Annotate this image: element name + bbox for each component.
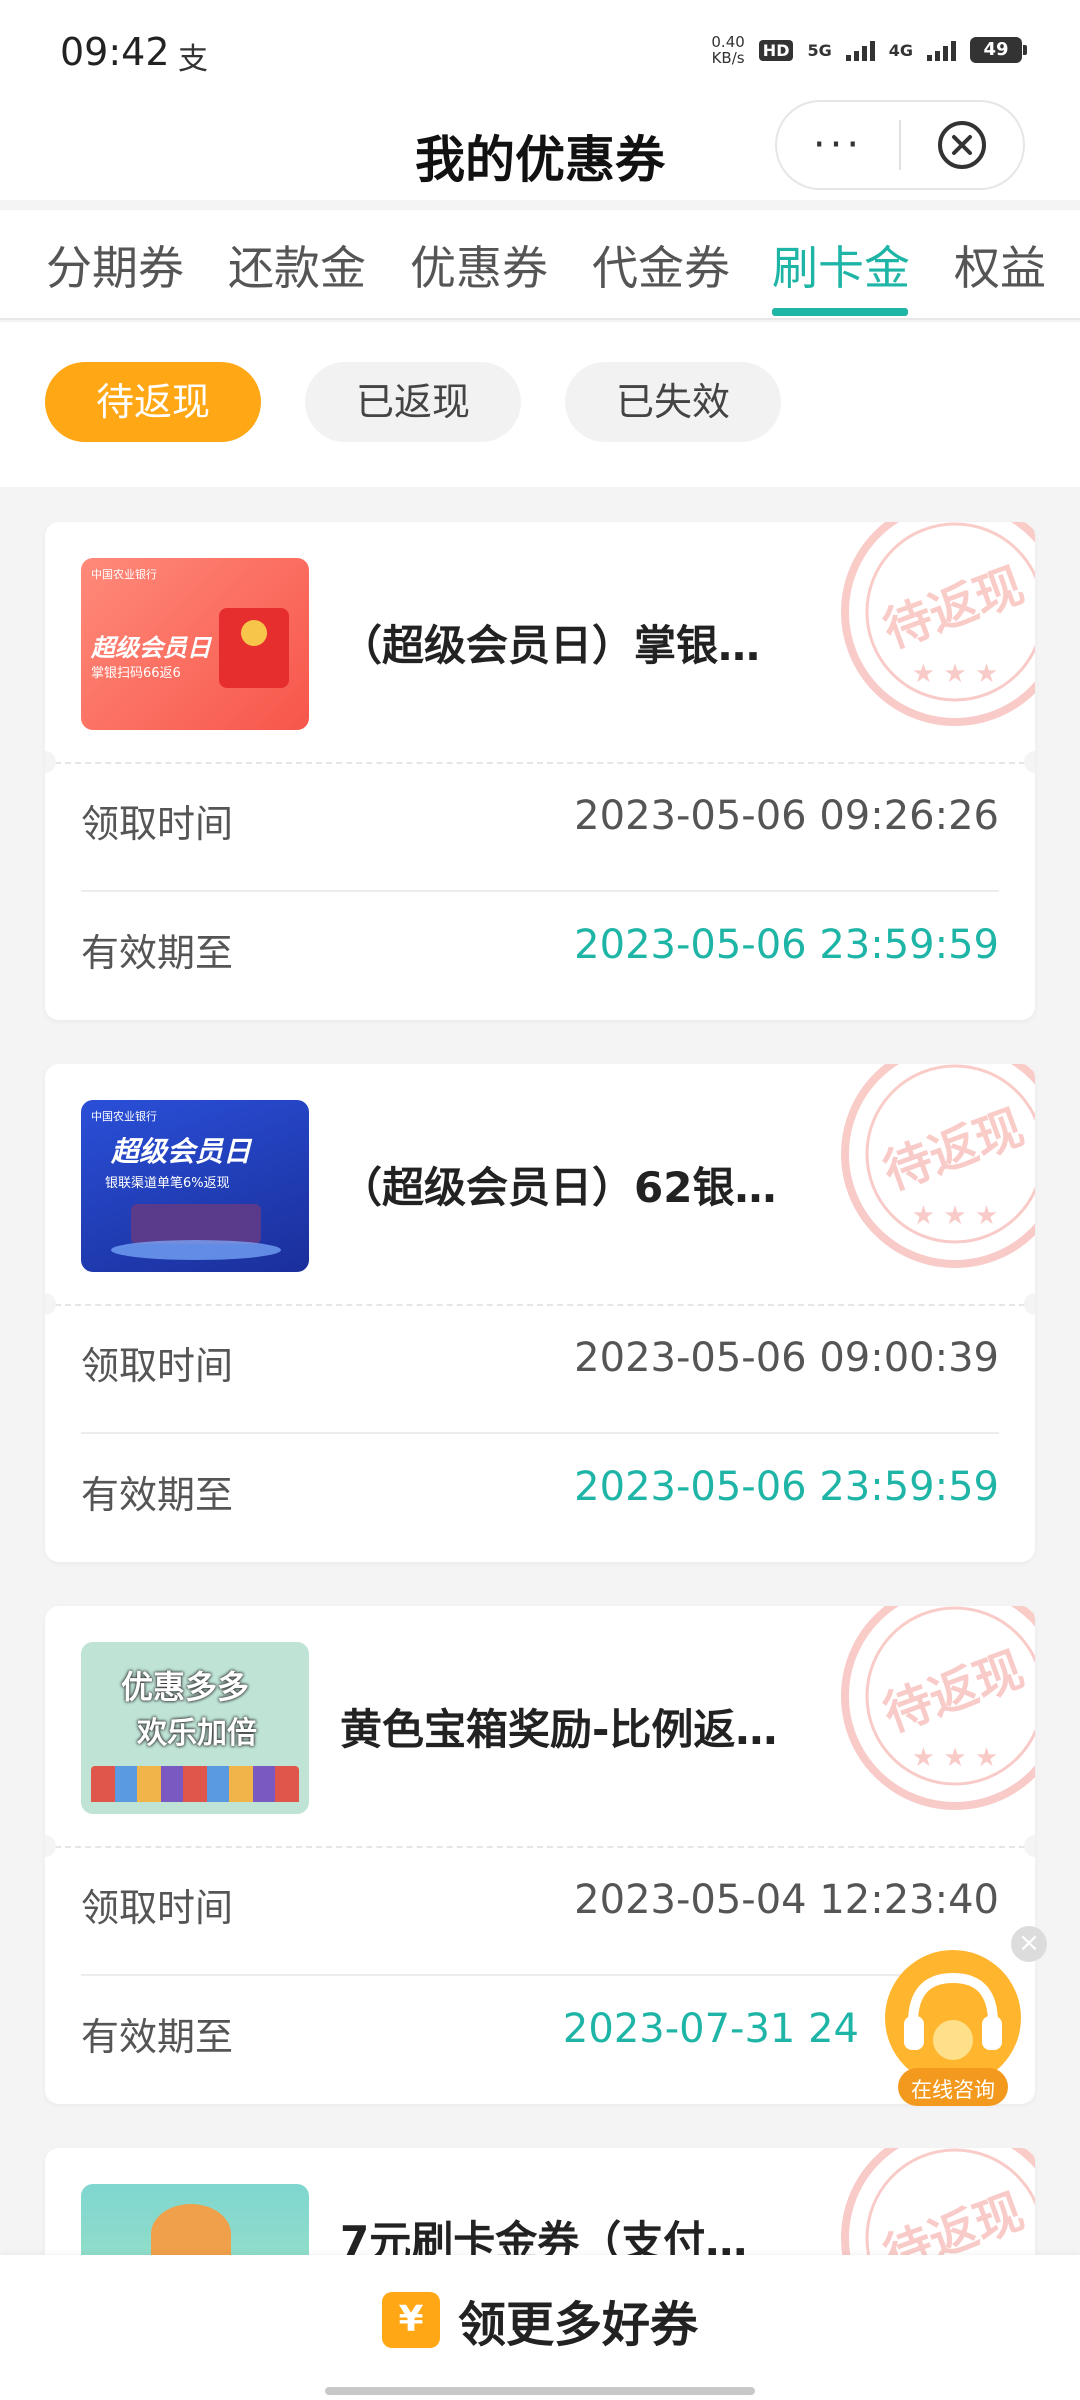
coupon-title: （超级会员日）62银… <box>340 1163 777 1212</box>
online-consult-button[interactable]: 在线咨询 <box>878 1948 1028 2118</box>
get-more-coupons-label: 领更多好券 <box>457 2297 698 2353</box>
dashed-divider <box>45 1304 1035 1306</box>
coupon-thumbnail: 中国农业银行 超级会员日 银联渠道单笔6%返现 <box>81 1100 309 1272</box>
coupon-card[interactable]: 待返现 ★ ★ ★ 中国农业银行 超级会员日 银联渠道单笔6%返现 （超级会员日… <box>45 1064 1035 1562</box>
title-bar: 我的优惠券 ··· <box>0 100 1080 200</box>
right-notch <box>1024 1835 1035 1857</box>
coupon-card[interactable]: 待返现 ★ ★ ★ 中国农业银行 超级会员日 掌银扫码66返6 （超级会员日）掌… <box>45 522 1035 1020</box>
close-circle-icon <box>938 121 986 169</box>
status-bar: 09:42 支 0.40 KB/s HD 5G 4G 49 <box>0 0 1080 100</box>
expire-time-label: 有效期至 <box>81 931 234 975</box>
claim-time-label: 领取时间 <box>81 802 234 846</box>
claim-time-label: 领取时间 <box>81 1344 234 1388</box>
get-more-coupons-button[interactable]: ¥ 领更多好券 <box>0 2285 1080 2355</box>
claim-time-row: 领取时间 2023-05-06 09:00:39 <box>81 1319 999 1399</box>
expire-time-row: 有效期至 2023-05-06 23:59:59 <box>81 906 999 986</box>
speed-unit: KB/s <box>711 49 745 67</box>
expire-time-label: 有效期至 <box>81 2015 234 2059</box>
coupon-title: 黄色宝箱奖励-比例返… <box>340 1705 778 1754</box>
expire-time-row: 有效期至 2023-05-06 23:59:59 <box>81 1448 999 1528</box>
row-divider <box>81 890 999 892</box>
status-indicators: 0.40 KB/s HD 5G 4G 49 <box>711 34 1027 66</box>
thumb-subtitle: 欢乐加倍 <box>137 1716 257 1751</box>
online-consult-label: 在线咨询 <box>911 2078 995 2102</box>
coupon-title: （超级会员日）掌银… <box>340 621 761 670</box>
tab-benefits[interactable]: 权益 <box>954 232 1046 298</box>
expire-time-value: 2023-05-06 23:59:59 <box>574 1464 999 1510</box>
expire-time-value: 2023-07-31 24 <box>562 2006 859 2052</box>
alipay-notification-icon: 支 <box>178 42 208 77</box>
filter-cashback-done[interactable]: 已返现 <box>305 362 521 442</box>
tab-voucher[interactable]: 代金券 <box>592 232 730 298</box>
row-divider <box>81 1432 999 1434</box>
status-time: 09:42 <box>60 30 170 74</box>
claim-time-value: 2023-05-06 09:26:26 <box>574 793 999 839</box>
tab-coupon[interactable]: 优惠券 <box>410 232 548 298</box>
network-speed: 0.40 KB/s <box>711 34 744 66</box>
category-tabs: 分期券 还款金 优惠券 代金券 刷卡金 权益 <box>0 210 1080 320</box>
tab-card-cashback[interactable]: 刷卡金 <box>772 232 910 298</box>
claim-time-row: 领取时间 2023-05-04 12:23:40 <box>81 1861 999 1941</box>
thumb-headline: 超级会员日 <box>91 634 211 662</box>
thumb-headline: 优惠多多 <box>121 1668 250 1706</box>
status-filters: 待返现 已返现 已失效 <box>0 322 1080 487</box>
expire-time-label: 有效期至 <box>81 1473 234 1517</box>
row-divider <box>81 1974 999 1976</box>
battery-icon: 49 <box>970 37 1027 63</box>
more-button[interactable]: ··· <box>777 100 899 190</box>
thumb-subtitle: 银联渠道单笔6%返现 <box>105 1176 230 1191</box>
coupon-thumbnail: 中国农业银行 超级会员日 掌银扫码66返6 <box>81 558 309 730</box>
city-buildings-icon <box>91 1766 299 1802</box>
bank-name: 中国农业银行 <box>91 1110 157 1123</box>
credit-cards-icon <box>131 1204 261 1244</box>
platform-shape <box>111 1240 281 1260</box>
dashed-divider <box>45 762 1035 764</box>
network-5g-label: 5G <box>807 40 832 60</box>
bank-name: 中国农业银行 <box>91 568 157 581</box>
hd-icon: HD <box>758 39 794 61</box>
claim-time-row: 领取时间 2023-05-06 09:26:26 <box>81 777 999 857</box>
network-4g-label: 4G <box>888 40 913 60</box>
filter-expired[interactable]: 已失效 <box>565 362 781 442</box>
mini-program-capsule: ··· <box>775 100 1025 190</box>
red-envelope-icon <box>219 608 289 688</box>
thumb-headline: 超级会员日 <box>111 1135 252 1168</box>
expire-time-row: 有效期至 2023-07-31 24 <box>81 1990 999 2070</box>
claim-time-value: 2023-05-04 12:23:40 <box>574 1877 999 1923</box>
speed-value: 0.40 <box>711 33 745 51</box>
expire-time-value: 2023-05-06 23:59:59 <box>574 922 999 968</box>
coupon-thumbnail: 优惠多多 欢乐加倍 <box>81 1642 309 1814</box>
dashed-divider <box>45 1846 1035 1848</box>
claim-time-value: 2023-05-06 09:00:39 <box>574 1335 999 1381</box>
bottom-action-bar: ¥ 领更多好券 <box>0 2255 1080 2400</box>
thumb-subtitle: 掌银扫码66返6 <box>91 666 181 681</box>
home-indicator[interactable] <box>325 2387 755 2395</box>
right-notch <box>1024 751 1035 773</box>
tab-repayment[interactable]: 还款金 <box>228 232 366 298</box>
claim-time-label: 领取时间 <box>81 1886 234 1930</box>
signal-icon <box>845 39 875 61</box>
close-button[interactable] <box>901 119 1023 171</box>
active-tab-indicator <box>772 308 908 316</box>
yen-coupon-icon: ¥ <box>381 2292 440 2348</box>
signal-icon <box>927 39 956 61</box>
filter-pending-cashback[interactable]: 待返现 <box>45 362 261 442</box>
tab-installment[interactable]: 分期券 <box>46 232 184 298</box>
right-notch <box>1024 1293 1035 1315</box>
